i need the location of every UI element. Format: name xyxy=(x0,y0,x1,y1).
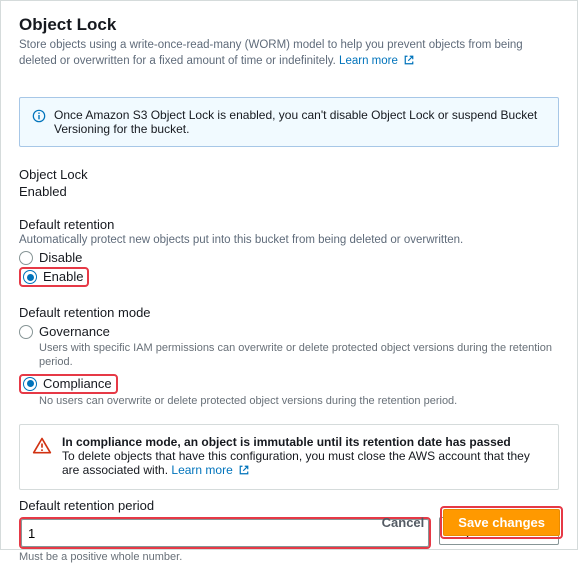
default-retention-section: Default retention Automatically protect … xyxy=(1,201,577,289)
mode-compliance-radio[interactable]: Compliance xyxy=(19,374,118,394)
mode-compliance-help: No users can overwrite or delete protect… xyxy=(39,394,559,408)
cancel-button[interactable]: Cancel xyxy=(378,509,429,536)
panel-header: Object Lock Store objects using a write-… xyxy=(1,1,577,83)
save-button[interactable]: Save changes xyxy=(443,509,560,536)
external-link-icon xyxy=(403,54,415,71)
footer-actions: Cancel Save changes xyxy=(378,506,563,539)
object-lock-label: Object Lock xyxy=(19,167,559,182)
external-link-icon xyxy=(238,464,250,479)
radio-icon xyxy=(23,377,37,391)
mode-governance-radio[interactable]: Governance xyxy=(19,324,559,339)
object-lock-value: Enabled xyxy=(19,184,559,199)
mode-governance-help: Users with specific IAM permissions can … xyxy=(39,341,559,370)
retention-disable-radio[interactable]: Disable xyxy=(19,250,559,265)
warning-body: To delete objects that have this configu… xyxy=(62,449,530,477)
warning-learn-more-link[interactable]: Learn more xyxy=(171,463,250,477)
page-title: Object Lock xyxy=(19,15,559,35)
radio-icon xyxy=(19,325,33,339)
compliance-warning: In compliance mode, an object is immutab… xyxy=(19,424,559,490)
learn-more-link[interactable]: Learn more xyxy=(339,55,415,67)
radio-icon xyxy=(23,270,37,284)
info-banner-text: Once Amazon S3 Object Lock is enabled, y… xyxy=(54,108,546,136)
retention-mode-section: Default retention mode Governance Users … xyxy=(1,289,577,414)
retention-enable-radio[interactable]: Enable xyxy=(19,267,89,287)
info-banner: Once Amazon S3 Object Lock is enabled, y… xyxy=(19,97,559,147)
default-retention-help: Automatically protect new objects put in… xyxy=(19,234,559,246)
retention-mode-label: Default retention mode xyxy=(19,305,559,320)
page-description: Store objects using a write-once-read-ma… xyxy=(19,37,559,71)
object-lock-section: Object Lock Enabled xyxy=(1,157,577,201)
radio-icon xyxy=(19,251,33,265)
object-lock-panel: Object Lock Store objects using a write-… xyxy=(0,0,578,550)
warning-title: In compliance mode, an object is immutab… xyxy=(62,435,546,449)
retention-period-input[interactable] xyxy=(21,519,429,547)
default-retention-label: Default retention xyxy=(19,217,559,232)
retention-period-hint: Must be a positive whole number. xyxy=(19,551,559,563)
warning-icon xyxy=(32,436,52,479)
info-icon xyxy=(32,109,46,136)
